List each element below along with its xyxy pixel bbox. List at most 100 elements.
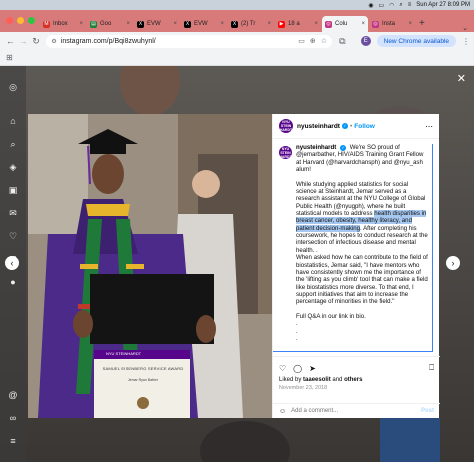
tab-favicon-icon: X <box>184 20 191 28</box>
browser-tab[interactable]: M Inbox × <box>40 16 86 32</box>
tab-close-icon[interactable]: × <box>361 21 365 27</box>
bookmark-star-icon[interactable]: ☆ <box>321 37 327 45</box>
liked-by-user[interactable]: taaeesolit <box>303 377 331 383</box>
window-controls <box>6 17 35 24</box>
wifi-icon[interactable]: ◠ <box>389 2 394 9</box>
site-info-icon[interactable]: ⚙ <box>51 38 56 45</box>
reels-icon[interactable]: ▣ <box>8 185 18 195</box>
minimize-window-button[interactable] <box>17 17 24 24</box>
cast-icon[interactable]: ▭ <box>298 37 305 45</box>
battery-icon[interactable]: ▭ <box>378 2 384 9</box>
browser-tab[interactable]: ▶ 18 a × <box>275 16 321 32</box>
explore-icon[interactable]: ◈ <box>8 162 18 172</box>
browser-tab[interactable]: ◎ Colu × <box>322 16 368 32</box>
browser-tab[interactable]: ▤ Goo × <box>87 16 133 32</box>
tab-favicon-icon: ▶ <box>278 20 285 28</box>
caption-text-before: We're SO proud of @jemarbather, HIV/AIDS… <box>296 144 426 218</box>
zoom-icon[interactable]: ⊕ <box>310 37 316 45</box>
post-photo[interactable]: NYU STEINHARDT SAMUEL EISENBERG SERVICE … <box>28 114 272 418</box>
browser-toolbar: ← → ↻ ⚙ instagram.com/p/Bqi8zwuhynl/ ▭ ⊕… <box>0 32 474 50</box>
comment-input[interactable]: Add a comment... <box>291 408 338 414</box>
caption-text-after: . After completing his coursework, he ho… <box>296 224 428 342</box>
tab-close-icon[interactable]: × <box>267 21 271 27</box>
tab-close-icon[interactable]: × <box>173 21 177 27</box>
tab-close-icon[interactable]: × <box>408 21 412 27</box>
threads-icon[interactable]: @ <box>8 390 18 400</box>
tab-favicon-icon: ◎ <box>372 20 379 28</box>
close-window-button[interactable] <box>6 17 13 24</box>
menu-icon[interactable]: ≡ <box>8 436 18 446</box>
screen-record-icon[interactable]: ◉ <box>368 2 373 9</box>
close-modal-icon[interactable]: ✕ <box>457 72 466 85</box>
bookmarks-bar: ⊞ <box>0 50 474 66</box>
tab-label: 18 a <box>288 21 300 27</box>
certificate-title: SAMUEL EISENBERG SERVICE AWARD <box>102 366 184 371</box>
new-tab-button[interactable]: + <box>419 18 425 29</box>
search-icon[interactable]: ⌕ <box>399 2 402 9</box>
meta-icon[interactable]: ∞ <box>8 413 18 423</box>
reload-button[interactable]: ↻ <box>30 36 43 47</box>
like-heart-icon[interactable]: ♡ <box>279 364 286 373</box>
tab-search-chevron-icon[interactable]: ⌄ <box>462 24 468 32</box>
follow-button[interactable]: Follow <box>354 123 375 130</box>
tab-label: EVW <box>147 21 161 27</box>
post-actions: ♡ ◯ ➤ ⎕ Liked by taaeesolit and others N… <box>273 356 440 391</box>
messages-icon[interactable]: ✉ <box>8 208 18 218</box>
post-modal: NYU STEINHARDT SAMUEL EISENBERG SERVICE … <box>28 114 440 418</box>
account-avatar[interactable]: NYU STEIN HARDT <box>279 119 293 133</box>
instagram-page: ◎ ⌂ ⌕ ◈ ▣ ✉ ♡ ⊞ ● @ ∞ ≡ ✕ ‹ › <box>0 66 474 462</box>
browser-tab[interactable]: X (2) Tr × <box>228 16 274 32</box>
share-icon[interactable]: ➤ <box>309 364 316 373</box>
caption-username[interactable]: nyusteinhardt <box>296 144 336 151</box>
address-bar[interactable]: ⚙ instagram.com/p/Bqi8zwuhynl/ ▭ ⊕ ☆ <box>46 34 332 48</box>
post-comment-button[interactable]: Post <box>421 408 434 414</box>
forward-button[interactable]: → <box>17 36 30 46</box>
tab-close-icon[interactable]: × <box>79 21 83 27</box>
tab-favicon-icon: M <box>43 20 50 28</box>
url-text[interactable]: instagram.com/p/Bqi8zwuhynl/ <box>61 38 156 45</box>
caption-body: nyusteinhardt ✓ We're SO proud of @jemar… <box>296 144 428 342</box>
zoom-window-button[interactable] <box>28 17 35 24</box>
tab-label: Colu <box>335 21 348 27</box>
caption-avatar[interactable]: NYU STEIN HARDT <box>279 146 292 159</box>
profile-icon[interactable]: ● <box>8 277 18 287</box>
certificate-name: Jemar Ryan Bather <box>127 378 159 382</box>
tab-favicon-icon: ◎ <box>325 20 332 28</box>
tab-close-icon[interactable]: × <box>314 21 318 27</box>
profile-avatar[interactable]: E <box>360 36 371 46</box>
next-post-button[interactable]: › <box>446 256 460 270</box>
tab-label: Goo <box>100 21 112 27</box>
verified-badge-icon: ✓ <box>340 145 346 151</box>
back-button[interactable]: ← <box>4 36 17 46</box>
save-bookmark-icon[interactable]: ⎕ <box>429 363 434 373</box>
previous-post-button[interactable]: ‹ <box>5 256 19 270</box>
tab-close-icon[interactable]: × <box>126 21 130 27</box>
home-icon[interactable]: ⌂ <box>8 116 18 126</box>
post-date[interactable]: November 23, 2018 <box>279 385 434 391</box>
more-options-icon[interactable]: ⋯ <box>425 122 433 131</box>
extensions-icon[interactable]: ⧉ <box>336 36 349 47</box>
tab-strip: M Inbox × ▤ Goo × X EVW × X EVW × X (2) Tr × ▶ 18 a × ◎ Col… <box>0 10 474 32</box>
search-icon[interactable]: ⌕ <box>8 139 18 149</box>
update-chrome-button[interactable]: New Chrome available <box>376 35 457 47</box>
browser-tab[interactable]: X EVW × <box>181 16 227 32</box>
account-username[interactable]: nyusteinhardt <box>297 123 340 130</box>
tab-label: (2) Tr <box>241 21 256 27</box>
tab-label: Insta <box>382 21 396 27</box>
control-center-icon[interactable]: ≡ <box>408 2 412 8</box>
instagram-logo-icon[interactable]: ◎ <box>8 82 18 92</box>
tab-close-icon[interactable]: × <box>220 21 224 27</box>
separator-dot: • <box>349 122 353 130</box>
liked-by-others[interactable]: others <box>344 377 362 383</box>
post-caption: NYU STEIN HARDT nyusteinhardt ✓ We're SO… <box>273 144 433 352</box>
apps-grid-icon[interactable]: ⊞ <box>6 53 13 62</box>
emoji-icon[interactable]: ☺ <box>279 408 286 415</box>
browser-tab[interactable]: ◎ Insta × <box>369 16 415 32</box>
menubar-datetime[interactable]: Sun Apr 27 8:09 PM <box>416 2 470 8</box>
chrome-menu-icon[interactable]: ⋮ <box>462 37 470 46</box>
notifications-heart-icon[interactable]: ♡ <box>8 231 18 241</box>
tabs-container: M Inbox × ▤ Goo × X EVW × X EVW × X (2) Tr × ▶ 18 a × ◎ Col… <box>40 16 416 32</box>
browser-tab[interactable]: X EVW × <box>134 16 180 32</box>
comment-bar: ☺ Add a comment... Post <box>273 403 440 418</box>
comment-icon[interactable]: ◯ <box>293 364 302 373</box>
